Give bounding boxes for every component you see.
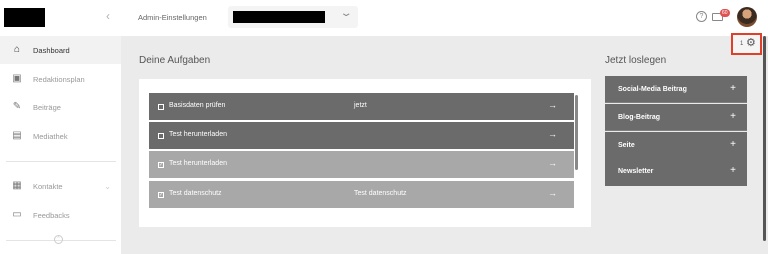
sidebar-item-redaktionsplan[interactable]: ▣ Redaktionsplan — [0, 65, 121, 93]
gear-icon: ⚙ — [746, 37, 756, 49]
contacts-icon: ▦ — [12, 180, 22, 191]
task-label: Test datenschutz — [169, 190, 222, 197]
quick-list-bottom — [605, 184, 747, 186]
arrow-right-icon[interactable]: → — [548, 188, 557, 198]
task-item-done[interactable]: ✓ Test herunterladen → — [149, 151, 574, 178]
notification-badge: 60 — [720, 9, 730, 17]
logo[interactable] — [4, 8, 45, 27]
task-meta: jetzt — [354, 102, 367, 109]
sidebar-divider — [6, 161, 116, 162]
collapse-sidebar-icon[interactable]: ‹ — [106, 9, 110, 23]
task-item[interactable]: Basisdaten prüfen jetzt → — [149, 93, 574, 120]
account-select-value — [233, 11, 325, 23]
sidebar-item-dashboard[interactable]: ⌂ Dashboard — [0, 36, 121, 64]
arrow-right-icon[interactable]: → — [548, 158, 557, 168]
sidebar-item-label: Kontakte — [33, 181, 63, 191]
sidebar-item-feedbacks[interactable]: ▭ Feedbacks — [0, 201, 121, 229]
quick-label: Seite — [618, 142, 635, 149]
admin-settings-link[interactable]: Admin-Einstellungen — [138, 13, 207, 22]
top-bar: ‹ Admin-Einstellungen ⌄ ? 60 — [0, 0, 768, 36]
sidebar-item-label: Feedbacks — [33, 210, 70, 220]
quick-label: Newsletter — [618, 168, 654, 175]
sidebar-item-kontakte[interactable]: ▦ Kontakte ⌄ — [0, 172, 121, 200]
chevron-down-icon: ⌄ — [104, 181, 111, 191]
task-item-done[interactable]: ✓ Test datenschutz Test datenschutz → — [149, 181, 574, 208]
sidebar-item-label: Redaktionsplan — [33, 74, 85, 84]
quickstart-title: Jetzt loslegen — [605, 55, 667, 66]
home-icon: ⌂ — [13, 44, 21, 55]
plus-icon: + — [730, 139, 736, 150]
tasks-title: Deine Aufgaben — [139, 55, 211, 66]
plus-icon: + — [730, 83, 736, 94]
task-meta: Test datenschutz — [354, 190, 407, 197]
quick-page-button[interactable]: Seite + — [605, 132, 747, 159]
sidebar: ⌂ Dashboard ▣ Redaktionsplan ✎ Beiträge … — [0, 36, 121, 254]
task-label: Test herunterladen — [169, 160, 227, 167]
sidebar-item-label: Mediathek — [33, 131, 68, 141]
task-checkbox-checked[interactable]: ✓ — [158, 162, 164, 168]
task-label: Test herunterladen — [169, 131, 227, 138]
arrow-right-icon[interactable]: → — [548, 129, 557, 139]
comment-icon: ▭ — [12, 209, 22, 220]
calendar-icon: ▣ — [12, 73, 22, 84]
avatar[interactable] — [737, 7, 757, 27]
quick-social-media-button[interactable]: Social-Media Beitrag + — [605, 76, 747, 103]
quick-label: Social-Media Beitrag — [618, 86, 687, 93]
quick-blog-button[interactable]: Blog-Beitrag + — [605, 104, 747, 131]
task-item[interactable]: Test herunterladen → — [149, 122, 574, 149]
dashboard-settings-button[interactable]: 1 ⚙ — [731, 33, 762, 55]
sidebar-item-beitraege[interactable]: ✎ Beiträge — [0, 93, 121, 121]
help-icon[interactable]: ? — [696, 11, 707, 22]
plus-icon: + — [730, 111, 736, 122]
sidebar-item-label: Dashboard — [33, 45, 70, 55]
account-select[interactable]: ⌄ — [228, 6, 358, 28]
arrow-right-icon[interactable]: → — [548, 100, 557, 110]
quick-label: Blog-Beitrag — [618, 114, 660, 121]
task-label: Basisdaten prüfen — [169, 102, 226, 109]
sidebar-item-label: Beiträge — [33, 102, 61, 112]
task-checkbox[interactable] — [158, 104, 164, 110]
plus-icon: + — [730, 165, 736, 176]
collapse-section-icon[interactable]: ⌃ — [54, 235, 63, 244]
quick-newsletter-button[interactable]: Newsletter + — [605, 158, 747, 185]
image-icon: ▤ — [12, 130, 22, 141]
tasks-scrollbar[interactable] — [575, 95, 578, 170]
task-checkbox-checked[interactable]: ✓ — [158, 192, 164, 198]
pen-icon: ✎ — [12, 101, 22, 112]
settings-count: 1 — [740, 41, 744, 47]
page-scrollbar[interactable] — [763, 36, 766, 241]
task-checkbox[interactable] — [158, 133, 164, 139]
chevron-down-icon: ⌄ — [339, 8, 353, 19]
sidebar-item-mediathek[interactable]: ▤ Mediathek — [0, 122, 121, 150]
